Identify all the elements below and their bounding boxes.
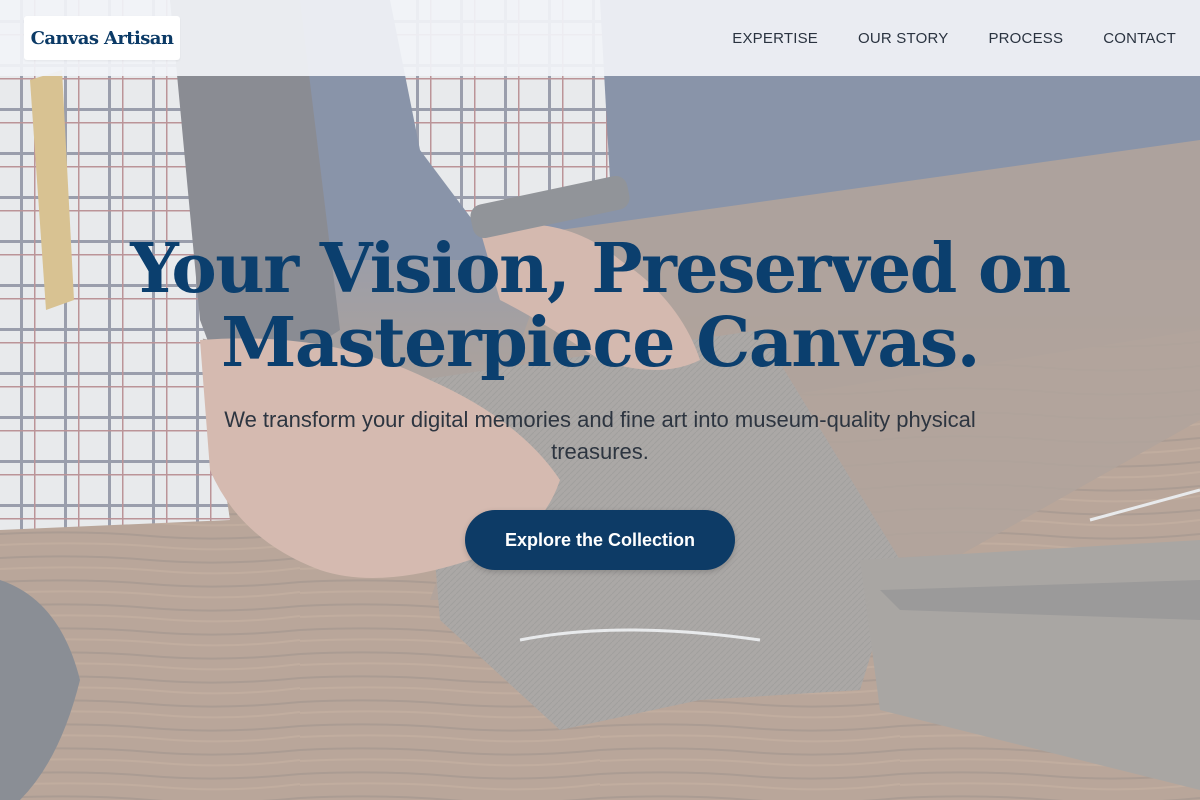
nav-link-process[interactable]: PROCESS [988, 30, 1063, 47]
nav-link-expertise[interactable]: EXPERTISE [732, 30, 818, 47]
site-header: Canvas Artisan EXPERTISE OUR STORY PROCE… [0, 0, 1200, 76]
hero-subtitle: We transform your digital memories and f… [224, 407, 976, 464]
nav-link-our-story[interactable]: OUR STORY [858, 30, 948, 47]
hero-section: Your Vision, Preserved on Masterpiece Ca… [0, 232, 1200, 570]
hero-title: Your Vision, Preserved on Masterpiece Ca… [130, 229, 1071, 383]
logo-link[interactable]: Canvas Artisan [24, 16, 180, 60]
main-nav: EXPERTISE OUR STORY PROCESS CONTACT [732, 30, 1176, 47]
explore-collection-button[interactable]: Explore the Collection [465, 510, 735, 570]
logo-text: Canvas Artisan [30, 27, 174, 49]
nav-link-contact[interactable]: CONTACT [1103, 30, 1176, 47]
